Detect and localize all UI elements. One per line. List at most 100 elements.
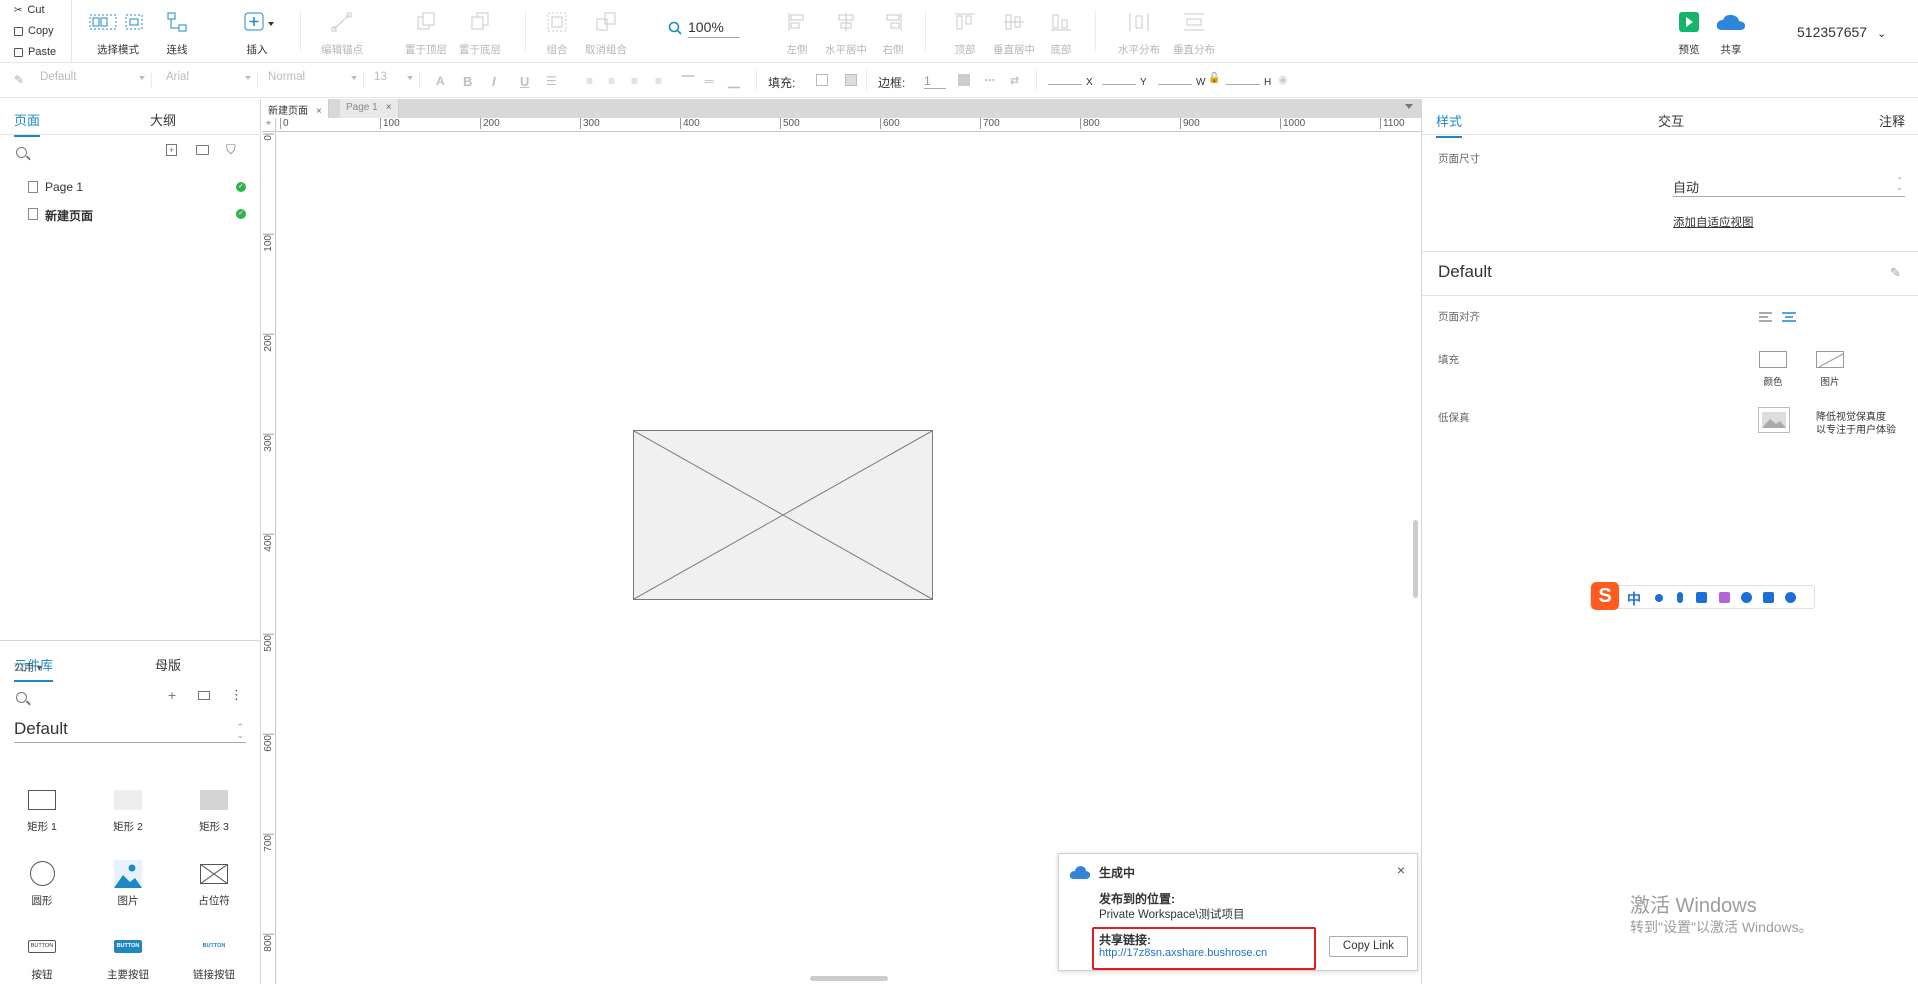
tab-outline[interactable]: 大纲	[150, 110, 176, 129]
bold-icon[interactable]: B	[463, 74, 472, 89]
align-bottom-button[interactable]: 底部	[1044, 0, 1078, 63]
font-color-icon[interactable]: A	[436, 74, 445, 88]
widget-rect-2[interactable]: 矩形 2	[98, 786, 158, 846]
filter-icon[interactable]: ⛉	[226, 142, 236, 158]
assistant-icon[interactable]	[1741, 592, 1752, 603]
weight-select[interactable]: Normal	[268, 71, 364, 89]
lock-ratio-icon[interactable]: 🔓	[1208, 73, 1220, 84]
valign-middle-icon[interactable]: ═	[705, 74, 714, 88]
settings-gear-icon[interactable]	[1785, 592, 1796, 603]
distribute-v-button[interactable]: 垂直分布	[1170, 0, 1218, 63]
x-field[interactable]: X	[1048, 75, 1093, 88]
text-align-center-icon[interactable]: ≡	[608, 74, 615, 88]
microphone-icon[interactable]	[1677, 592, 1683, 603]
distribute-h-button[interactable]: 水平分布	[1115, 0, 1163, 63]
keyboard-icon[interactable]	[1696, 592, 1707, 603]
border-color-swatch[interactable]	[958, 74, 970, 86]
fill-image-option[interactable]: 图片	[1810, 351, 1850, 388]
bullet-list-icon[interactable]: ☰	[546, 74, 557, 88]
tab-notes[interactable]: 注释	[1879, 111, 1905, 130]
align-top-button[interactable]: 顶部	[948, 0, 982, 63]
tab-interaction[interactable]: 交互	[1658, 111, 1684, 130]
widget-primary-button[interactable]: BUTTON 主要按钮	[98, 934, 158, 984]
w-field[interactable]: W	[1158, 75, 1205, 88]
punctuation-icon[interactable]	[1655, 594, 1663, 602]
widget-image[interactable]: 图片	[98, 860, 158, 920]
h-field[interactable]: H	[1226, 75, 1271, 88]
edit-points-button[interactable]: 编辑锚点	[318, 0, 366, 63]
underline-icon[interactable]: U	[520, 74, 529, 89]
close-icon[interactable]: ×	[386, 102, 392, 113]
add-page-icon[interactable]: +	[166, 144, 177, 156]
copy-button[interactable]: Copy	[14, 25, 54, 37]
y-field[interactable]: Y	[1102, 75, 1147, 88]
visibility-eye-icon[interactable]: ◉	[1278, 73, 1288, 86]
text-align-right-icon[interactable]: ≡	[631, 74, 638, 88]
tab-page-1[interactable]: Page 1 ×	[340, 99, 399, 118]
page-align-center-icon[interactable]	[1781, 311, 1797, 325]
tab-style[interactable]: 样式	[1436, 111, 1463, 138]
library-copy-icon[interactable]	[198, 691, 210, 700]
cut-button[interactable]: ✂ Cut	[14, 4, 45, 16]
style-select[interactable]: Default	[40, 71, 152, 89]
copy-link-button[interactable]: Copy Link	[1329, 936, 1408, 957]
style-edit-icon[interactable]: ✎	[14, 73, 24, 87]
horizontal-scrollbar[interactable]	[810, 976, 888, 981]
add-library-icon[interactable]: +	[168, 687, 176, 703]
share-link-url[interactable]: http://17z8sn.axshare.bushrose.cn	[1099, 947, 1267, 959]
close-icon[interactable]: ×	[1397, 862, 1405, 878]
widget-placeholder[interactable]: 占位符	[184, 860, 244, 920]
skin-icon[interactable]	[1719, 592, 1730, 603]
fill-shadow-icon[interactable]	[845, 74, 857, 86]
widget-link-button[interactable]: BUTTON 链接按钮	[184, 934, 244, 984]
align-hcenter-button[interactable]: 水平居中	[822, 0, 870, 63]
ime-language-toggle[interactable]: 中	[1627, 589, 1641, 609]
align-right-button[interactable]: 右侧	[876, 0, 910, 63]
group-button[interactable]: 组合	[540, 0, 574, 63]
connect-button[interactable]: 连线	[160, 0, 194, 63]
toolbox-icon[interactable]	[1763, 592, 1774, 603]
tab-masters[interactable]: 母版	[155, 655, 181, 674]
border-style-icon[interactable]: ⋯	[984, 74, 995, 87]
tab-pages[interactable]: 页面	[14, 110, 41, 137]
select-mode-button[interactable]: 选择模式	[84, 0, 152, 63]
valign-bottom-icon[interactable]: ⎽	[728, 74, 740, 89]
widget-circle[interactable]: 圆形	[12, 860, 72, 920]
font-size-select[interactable]: 13	[374, 71, 420, 89]
paste-button[interactable]: Paste	[14, 46, 56, 58]
align-vcenter-button[interactable]: 垂直居中	[990, 0, 1038, 63]
ruler-origin-icon[interactable]: ⌖	[262, 118, 276, 132]
add-adaptive-view-link[interactable]: 添加自适应视图	[1673, 214, 1754, 230]
widget-rect-1[interactable]: 矩形 1	[12, 786, 72, 846]
align-left-button[interactable]: 左侧	[780, 0, 814, 63]
page-item-new-page[interactable]: 新建页面 ✓	[28, 204, 246, 226]
tabs-dropdown-icon[interactable]	[1405, 104, 1413, 109]
edit-style-icon[interactable]: ✎	[1890, 265, 1901, 281]
library-group-label[interactable]: 公用 ▾	[14, 659, 42, 674]
ungroup-button[interactable]: 取消组合	[582, 0, 630, 63]
library-search[interactable]: + ⋮	[16, 687, 243, 712]
add-folder-icon[interactable]	[196, 145, 209, 155]
user-account-menu[interactable]: 512357657 ⌄	[1797, 24, 1886, 40]
text-align-left-icon[interactable]: ≡	[586, 74, 593, 88]
insert-button[interactable]: 插入	[240, 0, 274, 63]
valign-top-icon[interactable]: ⎺	[682, 74, 694, 89]
more-vertical-icon[interactable]: ⋮	[230, 687, 243, 703]
text-justify-icon[interactable]: ≡	[655, 74, 662, 88]
font-select[interactable]: Arial	[166, 71, 258, 89]
widget-rect-3[interactable]: 矩形 3	[184, 786, 244, 846]
fill-color-swatch[interactable]	[816, 74, 828, 86]
widget-button[interactable]: BUTTON 按钮	[12, 934, 72, 984]
preview-button[interactable]: 预览	[1672, 0, 1706, 63]
page-item-page-1[interactable]: Page 1 ✓	[28, 177, 246, 199]
fill-color-option[interactable]: 颜色	[1753, 351, 1793, 388]
italic-icon[interactable]: I	[492, 74, 496, 89]
tab-new-page[interactable]: 新建页面 ×	[262, 99, 329, 118]
lofi-image-icon[interactable]	[1758, 407, 1790, 433]
placeholder-widget[interactable]	[633, 430, 933, 600]
page-search[interactable]: + ⛉	[16, 142, 242, 167]
sogou-logo-icon[interactable]: S	[1591, 582, 1619, 610]
bring-front-button[interactable]: 置于顶层	[402, 0, 450, 63]
vertical-scrollbar[interactable]	[1413, 520, 1418, 598]
send-back-button[interactable]: 置于底层	[456, 0, 504, 63]
